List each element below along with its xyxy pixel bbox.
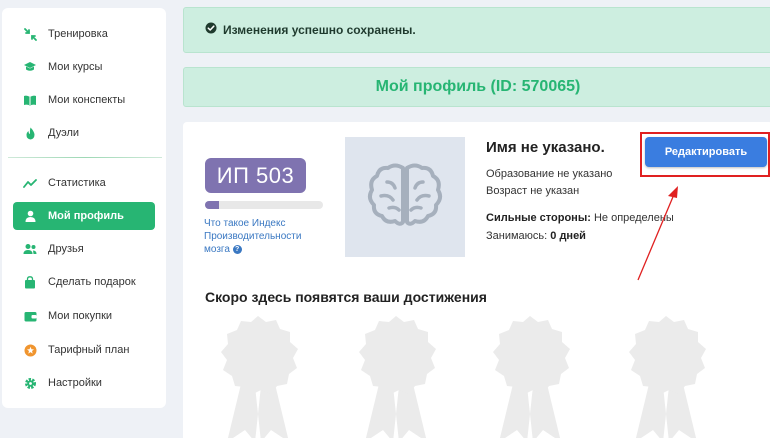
- sidebar-item-label: Мои курсы: [48, 61, 103, 73]
- sidebar-item-label: Настройки: [48, 377, 102, 389]
- award-ribbon-icon: [221, 316, 298, 438]
- sidebar-item-label: Дуэли: [48, 127, 80, 139]
- studying-value: 0 дней: [550, 230, 586, 242]
- sidebar-item-label: Друзья: [48, 243, 84, 255]
- sidebar-item-label: Мои покупки: [48, 310, 113, 322]
- fire-icon: [23, 126, 37, 140]
- graduation-cap-icon: [23, 60, 37, 74]
- ip-badge: ИП 503: [205, 158, 306, 193]
- profile-header: Мой профиль (ID: 570065): [183, 67, 770, 107]
- question-icon: ?: [232, 244, 242, 254]
- profile-studying: Занимаюсь: 0 дней: [486, 230, 586, 242]
- ip-info-link-text: Что такое Индекс Производительности мозг…: [204, 218, 302, 255]
- wallet-icon: [23, 309, 37, 323]
- user-icon: [23, 209, 37, 223]
- shopping-bag-icon: [23, 275, 37, 289]
- sidebar-item-tariff[interactable]: Тарифный план: [13, 336, 155, 364]
- gear-icon: [23, 376, 37, 390]
- profile-education: Образование не указано: [486, 168, 613, 180]
- award-ribbon-icon: [629, 316, 706, 438]
- open-book-icon: [23, 93, 37, 107]
- sidebar-item-friends[interactable]: Друзья: [13, 235, 155, 263]
- sidebar-item-label: Мои конспекты: [48, 94, 126, 106]
- sidebar-item-my-courses[interactable]: Мои курсы: [13, 53, 155, 81]
- sidebar-item-label: Статистика: [48, 177, 106, 189]
- sidebar-item-purchases[interactable]: Мои покупки: [13, 302, 155, 330]
- sidebar-item-label: Тренировка: [48, 28, 108, 40]
- annotation-arrow: [637, 186, 678, 281]
- ip-progress-fill: [205, 201, 220, 209]
- sidebar-item-duels[interactable]: Дуэли: [13, 119, 155, 147]
- brain-icon: [365, 160, 445, 235]
- profile-age: Возраст не указан: [486, 185, 580, 197]
- users-icon: [23, 242, 37, 256]
- sidebar: Тренировка Мои курсы Мои конспекты Дуэли…: [2, 8, 166, 408]
- page-title: Мой профиль (ID: 570065): [375, 78, 581, 95]
- sidebar-item-label: Тарифный план: [48, 344, 130, 356]
- award-ribbon-icon: [359, 316, 436, 438]
- alert-message: Изменения успешно сохранены.: [223, 23, 416, 37]
- studying-label: Занимаюсь:: [486, 230, 548, 242]
- profile-card: ИП 503 Что такое Индекс Производительнос…: [183, 122, 770, 438]
- profile-name: Имя не указано.: [486, 139, 605, 156]
- success-alert: Изменения успешно сохранены.: [183, 7, 770, 53]
- achievements-title: Скоро здесь появятся ваши достижения: [205, 289, 487, 305]
- sidebar-item-my-profile[interactable]: Мой профиль: [13, 202, 155, 230]
- avatar: [345, 137, 465, 257]
- award-ribbon-icon: [493, 316, 570, 438]
- sidebar-item-statistics[interactable]: Статистика: [13, 169, 155, 197]
- line-chart-icon: [23, 176, 37, 190]
- ip-info-link[interactable]: Что такое Индекс Производительности мозг…: [204, 217, 329, 256]
- sidebar-item-training[interactable]: Тренировка: [13, 20, 155, 48]
- sidebar-item-label: Мой профиль: [48, 210, 124, 222]
- star-circle-icon: [23, 343, 37, 357]
- ip-progress-bar: [205, 201, 323, 209]
- shrink-arrows-icon: [23, 27, 37, 41]
- sidebar-item-settings[interactable]: Настройки: [13, 369, 155, 397]
- sidebar-item-my-notes[interactable]: Мои конспекты: [13, 86, 155, 114]
- sidebar-item-label: Сделать подарок: [48, 276, 136, 288]
- strengths-label: Сильные стороны:: [486, 212, 591, 224]
- sidebar-divider: [8, 157, 162, 158]
- edit-profile-button[interactable]: Редактировать: [645, 137, 767, 167]
- sidebar-item-gift[interactable]: Сделать подарок: [13, 268, 155, 296]
- check-circle-icon: [205, 21, 217, 39]
